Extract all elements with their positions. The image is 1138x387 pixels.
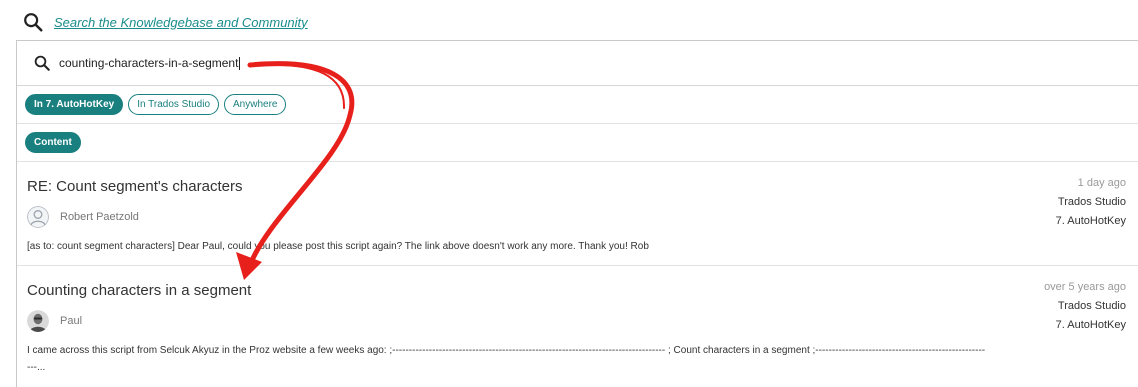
- search-query: counting-characters-in-a-segment: [59, 56, 239, 70]
- result-group[interactable]: 7. AutoHotKey: [1044, 316, 1126, 335]
- filter-content[interactable]: Content: [25, 132, 81, 153]
- search-icon: [24, 13, 43, 32]
- author-name[interactable]: Robert Paetzold: [60, 211, 139, 223]
- result-meta: 1 day ago Trados Studio 7. AutoHotKey: [1056, 174, 1126, 231]
- filter-in-trados-studio[interactable]: In Trados Studio: [128, 94, 220, 115]
- result-snippet: I came across this script from Selcuk Ak…: [27, 345, 986, 373]
- user-placeholder-icon: [27, 206, 49, 228]
- result-title[interactable]: Counting characters in a segment: [27, 282, 251, 299]
- avatar: [27, 310, 49, 332]
- search-panel: counting-characters-in-a-segment In 7. A…: [16, 40, 1138, 387]
- result-time: 1 day ago: [1077, 177, 1126, 189]
- kb-search-link[interactable]: Search the Knowledgebase and Community: [54, 15, 308, 30]
- result-category[interactable]: Trados Studio: [1056, 193, 1126, 212]
- filter-in-autohotkey[interactable]: In 7. AutoHotKey: [25, 94, 124, 115]
- result-snippet: [as to: count segment characters] Dear P…: [27, 241, 649, 252]
- filter-anywhere[interactable]: Anywhere: [224, 94, 287, 115]
- result-author[interactable]: Paul: [27, 310, 82, 332]
- author-name[interactable]: Paul: [60, 315, 82, 327]
- result-meta: over 5 years ago Trados Studio 7. AutoHo…: [1044, 278, 1126, 335]
- result-category[interactable]: Trados Studio: [1044, 297, 1126, 316]
- type-filters: Content: [17, 124, 1138, 162]
- result-time: over 5 years ago: [1044, 281, 1126, 293]
- result-title[interactable]: RE: Count segment's characters: [27, 178, 242, 195]
- search-result[interactable]: RE: Count segment's characters Robert Pa…: [17, 162, 1138, 266]
- text-cursor: [239, 56, 241, 70]
- kb-search-link-row[interactable]: Search the Knowledgebase and Community: [22, 10, 308, 34]
- search-result[interactable]: Counting characters in a segment Paul I …: [17, 266, 1138, 373]
- result-group[interactable]: 7. AutoHotKey: [1056, 212, 1126, 231]
- scope-filters: In 7. AutoHotKey In Trados Studio Anywhe…: [17, 86, 1138, 124]
- search-input[interactable]: counting-characters-in-a-segment: [17, 41, 1138, 86]
- result-author[interactable]: Robert Paetzold: [27, 206, 139, 228]
- search-icon: [34, 55, 50, 71]
